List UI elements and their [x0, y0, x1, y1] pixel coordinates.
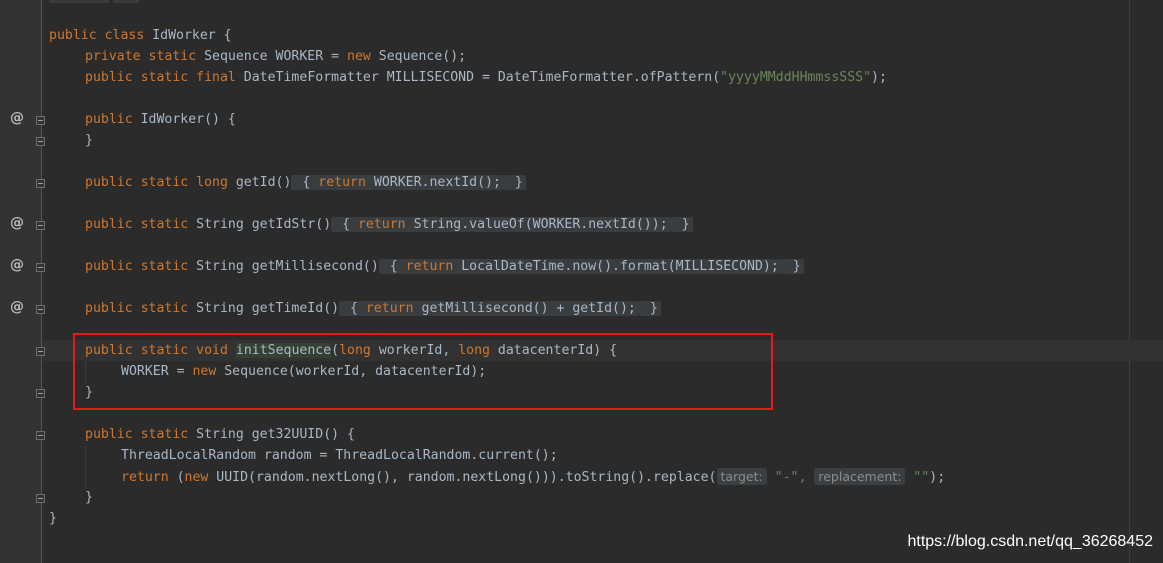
code-line-constructor-close: } [85, 133, 93, 148]
param-hint-target: target: [716, 468, 767, 485]
folded-block[interactable]: { return LocalDateTime.now().format(MILL… [378, 259, 782, 274]
param-hint-replacement: replacement: [814, 468, 906, 485]
code-line-random: ThreadLocalRandom random = ThreadLocalRa… [121, 448, 558, 463]
folded-block[interactable]: { return String.valueOf(WORKER.nextId())… [331, 217, 671, 232]
fold-end-icon[interactable] [36, 137, 45, 146]
folded-block[interactable]: { return WORKER.nextId(); [291, 175, 504, 190]
fold-minus-icon[interactable] [36, 116, 45, 125]
fold-end-icon[interactable] [36, 389, 45, 398]
fold-plus-icon[interactable] [36, 221, 45, 230]
right-margin-line [1129, 0, 1130, 563]
code-line-getidstr: public static String getIdStr() { return… [85, 214, 693, 235]
fold-plus-icon[interactable] [36, 305, 45, 314]
folded-block[interactable]: { return getMillisecond() + getId(); [339, 301, 639, 316]
fold-end-icon[interactable] [36, 494, 45, 503]
editor-gutter [0, 0, 42, 563]
folded-close[interactable]: } [670, 217, 693, 232]
code-line-gettimeid: public static String getTimeId() { retur… [85, 298, 661, 319]
code-line-class-decl: public class IdWorker { [49, 28, 232, 43]
fold-plus-icon[interactable] [36, 179, 45, 188]
code-editor[interactable]: public class IdWorker { private static S… [49, 0, 1124, 563]
implements-at-icon[interactable]: @ [10, 299, 26, 315]
fold-minus-icon[interactable] [36, 431, 45, 440]
fold-plus-icon[interactable] [36, 263, 45, 272]
code-line-getid: public static long getId() { return WORK… [85, 172, 526, 193]
folded-close[interactable]: } [503, 175, 526, 190]
code-line-worker-field: private static Sequence WORKER = new Seq… [85, 49, 467, 64]
folded-close[interactable]: } [781, 259, 804, 274]
fold-minus-icon[interactable] [36, 347, 45, 356]
code-line-get32uuid: public static String get32UUID() { [85, 427, 355, 442]
implements-at-icon[interactable]: @ [10, 110, 26, 126]
selection-highlight-box [73, 333, 773, 410]
code-line-return-uuid: return (new UUID(random.nextLong(), rand… [121, 468, 946, 485]
code-line-millisecond-field: public static final DateTimeFormatter MI… [85, 70, 887, 85]
code-line-constructor: public IdWorker() { [85, 112, 236, 127]
implements-at-icon[interactable]: @ [10, 215, 26, 231]
code-line-get32uuid-close: } [85, 490, 93, 505]
folded-close[interactable]: } [638, 301, 661, 316]
implements-at-icon[interactable]: @ [10, 257, 26, 273]
watermark: https://blog.csdn.net/qq_36268452 [907, 533, 1153, 550]
code-line-getmillisecond: public static String getMillisecond() { … [85, 256, 804, 277]
code-line-class-close: } [49, 511, 57, 526]
gutter-border [41, 0, 42, 563]
